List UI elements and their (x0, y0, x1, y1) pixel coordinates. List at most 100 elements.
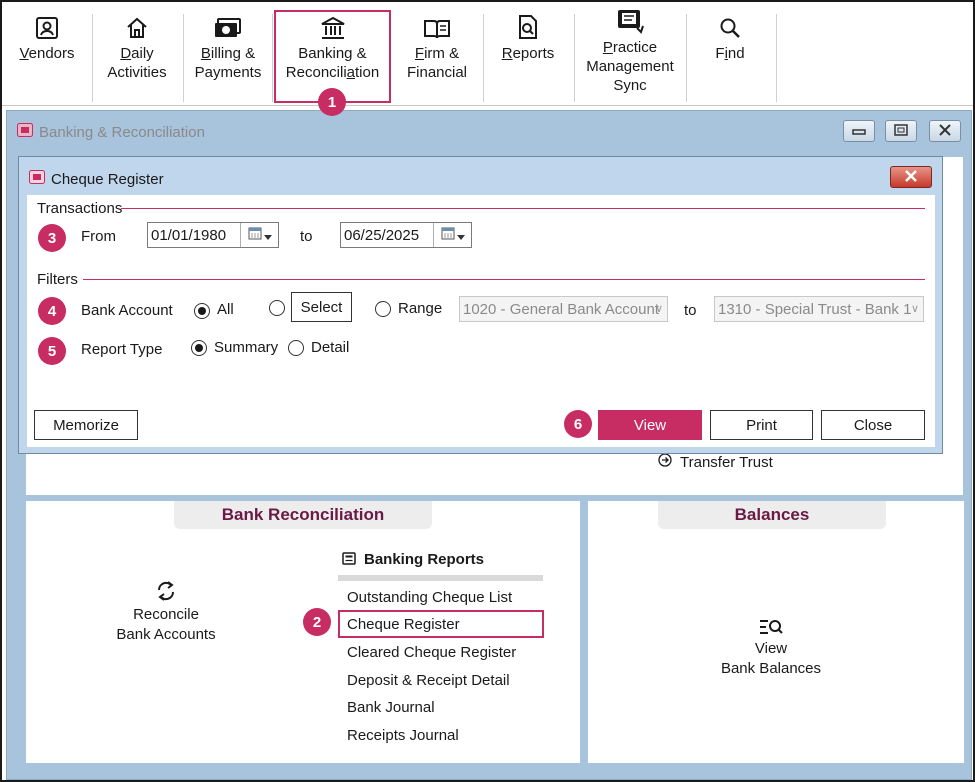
bank-account-all-radio[interactable] (194, 303, 210, 319)
list-search-icon (700, 615, 842, 639)
ribbon-label-accel: P (602, 39, 613, 56)
report-type-detail-radio[interactable] (288, 340, 304, 356)
transfer-trust-link[interactable]: Transfer Trust (658, 453, 773, 471)
balances-panel: Balances View Bank Balances (588, 501, 964, 763)
chevron-down-icon: ∨ (910, 303, 919, 315)
ribbon-label-accel: B (200, 45, 211, 62)
main-window-title: Banking & Reconciliation (39, 123, 205, 141)
ribbon-label: nd (727, 45, 745, 62)
bank-account-all-label: All (217, 301, 234, 318)
bank-reconciliation-header: Bank Reconciliation (174, 501, 432, 529)
minimize-icon (852, 123, 866, 139)
summary-label: Summary (214, 339, 279, 356)
report-link-bank-journal[interactable]: Bank Journal (347, 699, 435, 716)
ribbon-reports-button[interactable]: Reports (494, 12, 562, 102)
view-balances-label-2: Bank Balances (720, 660, 822, 677)
callout-badge-6: 6 (564, 410, 592, 438)
ribbon-divider (483, 14, 484, 102)
chevron-down-icon: ∨ (654, 303, 663, 315)
report-link-cleared-cheque-register[interactable]: Cleared Cheque Register (347, 644, 516, 661)
dialog-close-x-button[interactable] (890, 166, 932, 188)
dialog-title: Cheque Register (51, 170, 164, 188)
sync-icon (96, 577, 236, 605)
maximize-button[interactable] (885, 120, 917, 142)
money-icon (214, 12, 242, 40)
ribbon-label-accel: F (414, 45, 425, 62)
view-button[interactable]: View (598, 410, 702, 440)
close-icon (904, 169, 918, 185)
ribbon-divider (776, 14, 777, 102)
memorize-button[interactable]: Memorize (34, 410, 138, 440)
to-date-field[interactable]: 06/25/2025 (340, 222, 472, 248)
close-button[interactable]: Close (821, 410, 925, 440)
report-type-summary-radio[interactable] (191, 340, 207, 356)
ribbon-label-accel: R (501, 45, 513, 62)
transactions-rule (121, 208, 925, 209)
range-from-select[interactable]: 1020 - General Bank Account ∨ (459, 296, 668, 322)
ribbon-label-accel: V (19, 45, 29, 62)
reconcile-bank-accounts-button[interactable]: Reconcile Bank Accounts (96, 577, 236, 645)
calendar-dropdown-button[interactable] (433, 223, 471, 247)
app-logo-icon (17, 123, 33, 141)
chevron-down-icon (263, 227, 272, 244)
reports-divider (338, 575, 543, 581)
callout-badge-4: 4 (38, 297, 66, 325)
ribbon-daily-activities-button[interactable]: Daily Activities (98, 12, 176, 102)
magnifier-icon (718, 12, 742, 40)
calendar-icon (248, 227, 262, 244)
range-from-value: 1020 - General Bank Account (463, 300, 659, 318)
ribbon-divider (92, 14, 93, 102)
ribbon-firm-financial-button[interactable]: Firm & Financial (400, 12, 474, 102)
bank-reconciliation-panel: Bank Reconciliation Reconcile Bank Accou… (26, 501, 580, 763)
report-link-receipts-journal[interactable]: Receipts Journal (347, 727, 459, 744)
bank-account-range-radio[interactable] (375, 301, 391, 317)
callout-badge-2: 2 (303, 608, 331, 636)
callout-badge-1: 1 (318, 88, 346, 116)
window-close-button[interactable] (929, 120, 961, 142)
ribbon-label: F (715, 45, 725, 62)
dialog-app-icon (29, 170, 45, 188)
minimize-button[interactable] (843, 120, 875, 142)
range-to-label: to (684, 302, 697, 319)
to-label: to (300, 228, 313, 245)
chevron-down-icon (456, 227, 465, 244)
ribbon-billing-payments-button[interactable]: Billing & Payments (190, 12, 266, 102)
view-balances-label-1: View (754, 640, 788, 657)
home-icon (125, 12, 149, 40)
filters-section-label: Filters (37, 271, 78, 288)
ribbon-divider (183, 14, 184, 102)
close-icon (938, 123, 952, 139)
calendar-dropdown-button[interactable] (240, 223, 278, 247)
pm-sync-icon (615, 6, 645, 34)
ribbon-practice-management-sync-button[interactable]: Practice Management Sync (582, 6, 678, 96)
report-link-deposit-receipt-detail[interactable]: Deposit & Receipt Detail (347, 672, 510, 689)
banking-reports-heading: Banking Reports (342, 551, 484, 568)
vendor-id-icon (35, 12, 59, 40)
view-bank-balances-button[interactable]: View Bank Balances (700, 615, 842, 679)
from-date-field[interactable]: 01/01/1980 (147, 222, 279, 248)
ribbon-toolbar: Vendors Daily Activities Billing & Payme… (2, 2, 973, 106)
select-accounts-button[interactable]: Select (291, 292, 352, 322)
ribbon-label: aily Activities (107, 45, 167, 81)
report-link-cheque-register[interactable]: Cheque Register (347, 616, 460, 633)
ribbon-divider (574, 14, 575, 102)
report-link-outstanding-cheque-list[interactable]: Outstanding Cheque List (347, 589, 512, 606)
range-to-select[interactable]: 1310 - Special Trust - Bank 1 ∨ (714, 296, 924, 322)
ribbon-find-button[interactable]: Find (700, 12, 760, 102)
bank-icon (320, 12, 346, 40)
report-search-icon (517, 12, 539, 40)
from-date-value: 01/01/1980 (151, 226, 227, 244)
ribbon-label-accel: D (120, 45, 132, 62)
bank-account-select-radio[interactable] (269, 300, 285, 316)
ribbon-divider (686, 14, 687, 102)
print-button[interactable]: Print (710, 410, 813, 440)
ribbon-vendors-button[interactable]: Vendors (14, 12, 80, 102)
report-type-label: Report Type (81, 341, 163, 358)
detail-label: Detail (311, 339, 350, 356)
calendar-icon (441, 227, 455, 244)
balances-header: Balances (658, 501, 886, 529)
book-icon (423, 12, 451, 40)
ribbon-label: ractice Management Sync (586, 39, 674, 94)
filters-rule (83, 279, 925, 280)
ribbon-label: endors (28, 45, 75, 62)
